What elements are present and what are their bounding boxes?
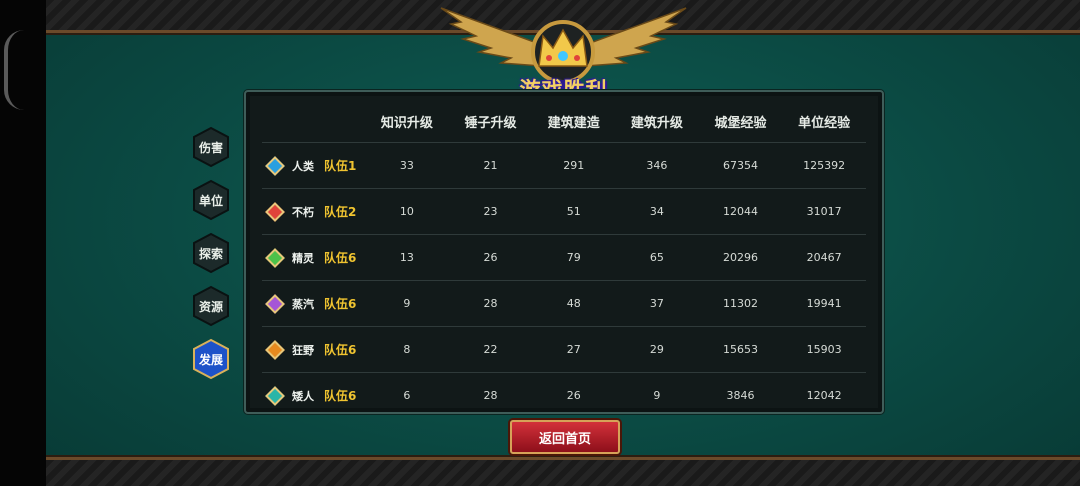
table-body: 人类 队伍1 33 21 291 346 67354 125392 不朽 队伍2 10 23 51 34 1…	[262, 142, 866, 418]
tab-explore[interactable]: 探索	[192, 232, 230, 274]
column-header: 知识升级	[380, 115, 433, 131]
stat-value: 9	[653, 389, 661, 402]
column-header: 建筑建造	[547, 115, 600, 131]
stat-value: 28	[483, 297, 498, 310]
diamond-gem-icon	[265, 201, 285, 222]
tab-label: 伤害	[198, 140, 223, 155]
race-name: 矮人	[292, 389, 314, 403]
diamond-gem-icon	[265, 293, 285, 314]
table-row: 精灵 队伍6 13 26 79 65 20296 20467	[262, 234, 866, 280]
team-name: 队伍1	[324, 159, 357, 173]
tab-label: 资源	[198, 299, 223, 314]
player-cell: 人类 队伍1	[262, 155, 365, 176]
race-name: 人类	[292, 159, 314, 173]
stat-value: 26	[566, 389, 581, 402]
bottom-border	[46, 457, 1080, 486]
stat-value: 37	[649, 297, 664, 310]
table-header: 知识升级 锤子升级 建筑建造 建筑升级 城堡经验 单位经验	[262, 100, 866, 142]
race-name: 蒸汽	[292, 297, 314, 311]
diamond-gem-icon	[265, 155, 285, 176]
team-name: 队伍6	[324, 389, 357, 403]
stat-value: 51	[566, 205, 581, 218]
tab-development[interactable]: 发展	[192, 338, 230, 380]
stat-value: 48	[566, 297, 581, 310]
column-header: 单位经验	[798, 115, 851, 131]
stat-value: 9	[403, 297, 411, 310]
game-stage: 游戏胜利 伤害 单位 探索 资源 发展 知识升级 锤子升级	[46, 0, 1080, 486]
player-cell: 蒸汽 队伍6	[262, 293, 365, 314]
diamond-gem-icon	[265, 339, 285, 360]
left-edge-bar	[0, 0, 46, 486]
stat-value: 125392	[803, 159, 846, 172]
tab-damage[interactable]: 伤害	[192, 126, 230, 168]
stat-value: 346	[646, 159, 668, 172]
tab-resources[interactable]: 资源	[192, 285, 230, 327]
column-header: 锤子升级	[464, 115, 517, 131]
team-name: 队伍6	[324, 343, 357, 357]
stat-value: 291	[563, 159, 585, 172]
table-row: 狂野 队伍6 8 22 27 29 15653 15903	[262, 326, 866, 372]
player-cell: 不朽 队伍2	[262, 201, 365, 222]
stat-value: 21	[483, 159, 498, 172]
stats-table: 知识升级 锤子升级 建筑建造 建筑升级 城堡经验 单位经验 人类 队伍1 33 21 2…	[262, 100, 866, 418]
team-name: 队伍6	[324, 297, 357, 311]
stat-value: 19941	[806, 297, 842, 310]
edge-handle	[4, 30, 28, 110]
stat-value: 79	[566, 251, 581, 264]
race-name: 精灵	[292, 251, 314, 265]
stat-value: 15653	[723, 343, 758, 356]
tab-label: 探索	[198, 246, 223, 261]
stat-value: 20467	[806, 251, 842, 264]
stat-value: 26	[483, 251, 498, 264]
table-row: 矮人 队伍6 6 28 26 9 3846 12042	[262, 372, 866, 418]
stat-value: 27	[566, 343, 581, 356]
tab-units[interactable]: 单位	[192, 179, 230, 221]
stat-value: 3846	[726, 389, 755, 402]
stat-value: 8	[403, 343, 411, 356]
stat-value: 20296	[723, 251, 758, 264]
stats-panel: 知识升级 锤子升级 建筑建造 建筑升级 城堡经验 单位经验 人类 队伍1 33 21 2…	[244, 90, 884, 414]
player-cell: 矮人 队伍6	[262, 385, 365, 406]
stat-value: 29	[649, 343, 664, 356]
stat-value: 12042	[806, 389, 842, 402]
stat-value: 6	[403, 389, 411, 402]
stat-value: 22	[483, 343, 498, 356]
player-cell: 精灵 队伍6	[262, 247, 365, 268]
stat-value: 33	[399, 159, 414, 172]
stat-value: 12044	[723, 205, 758, 218]
stat-value: 15903	[806, 343, 842, 356]
category-tabs: 伤害 单位 探索 资源 发展	[192, 126, 234, 391]
table-row: 蒸汽 队伍6 9 28 48 37 11302 19941	[262, 280, 866, 326]
stat-value: 28	[483, 389, 498, 402]
column-header: 建筑升级	[630, 115, 683, 131]
player-cell: 狂野 队伍6	[262, 339, 365, 360]
return-home-label: 返回首页	[538, 431, 591, 447]
stat-value: 65	[649, 251, 664, 264]
stat-value: 31017	[806, 205, 842, 218]
race-name: 狂野	[292, 343, 314, 357]
stat-value: 34	[649, 205, 664, 218]
stat-value: 23	[483, 205, 498, 218]
column-header: 城堡经验	[714, 115, 767, 131]
team-name: 队伍2	[324, 205, 357, 219]
stat-value: 11302	[723, 297, 758, 310]
table-row: 人类 队伍1 33 21 291 346 67354 125392	[262, 142, 866, 188]
stat-value: 13	[399, 251, 414, 264]
diamond-gem-icon	[265, 385, 285, 406]
stat-value: 10	[399, 205, 414, 218]
return-home-button[interactable]: 返回首页	[510, 420, 620, 454]
team-name: 队伍6	[324, 251, 357, 265]
tab-label: 发展	[198, 352, 223, 367]
table-row: 不朽 队伍2 10 23 51 34 12044 31017	[262, 188, 866, 234]
diamond-gem-icon	[265, 247, 285, 268]
stat-value: 67354	[723, 159, 758, 172]
race-name: 不朽	[292, 205, 314, 219]
tab-label: 单位	[198, 193, 223, 208]
